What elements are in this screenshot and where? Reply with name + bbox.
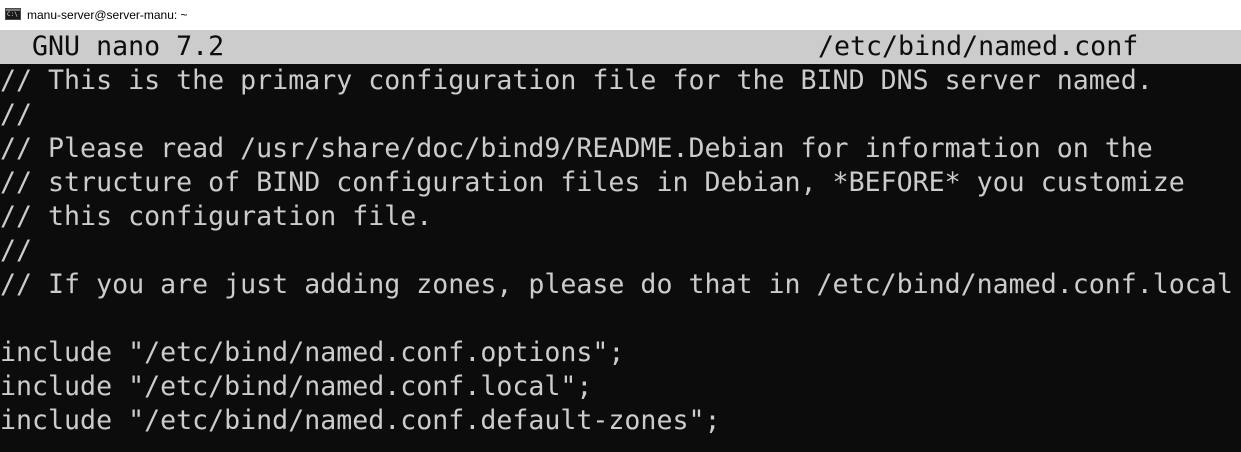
nano-title-bar: GNU nano 7.2 /etc/bind/named.conf — [0, 30, 1241, 64]
command-prompt-icon: C:\ — [5, 8, 21, 20]
editor-line[interactable]: include "/etc/bind/named.conf.options"; — [0, 336, 1241, 370]
editor-line[interactable]: // This is the primary configuration fil… — [0, 64, 1241, 98]
editor-line[interactable] — [0, 302, 1241, 336]
window-title: manu-server@server-manu: ~ — [27, 8, 188, 22]
terminal-window: C:\ manu-server@server-manu: ~ GNU nano … — [0, 0, 1241, 452]
window-titlebar[interactable]: C:\ manu-server@server-manu: ~ — [0, 0, 1241, 30]
nano-filename-label: /etc/bind/named.conf — [818, 31, 1139, 62]
editor-line[interactable]: include "/etc/bind/named.conf.default-zo… — [0, 404, 1241, 438]
editor-line[interactable]: // — [0, 234, 1241, 268]
editor-line[interactable]: // this configuration file. — [0, 200, 1241, 234]
editor-line[interactable]: // — [0, 98, 1241, 132]
editor-line[interactable]: // If you are just adding zones, please … — [0, 268, 1241, 302]
editor-line[interactable]: // structure of BIND configuration files… — [0, 166, 1241, 200]
editor-line[interactable]: include "/etc/bind/named.conf.local"; — [0, 370, 1241, 404]
editor-line[interactable]: // Please read /usr/share/doc/bind9/READ… — [0, 132, 1241, 166]
nano-version-label: GNU nano 7.2 — [0, 31, 225, 62]
editor-text-area[interactable]: // This is the primary configuration fil… — [0, 64, 1241, 438]
